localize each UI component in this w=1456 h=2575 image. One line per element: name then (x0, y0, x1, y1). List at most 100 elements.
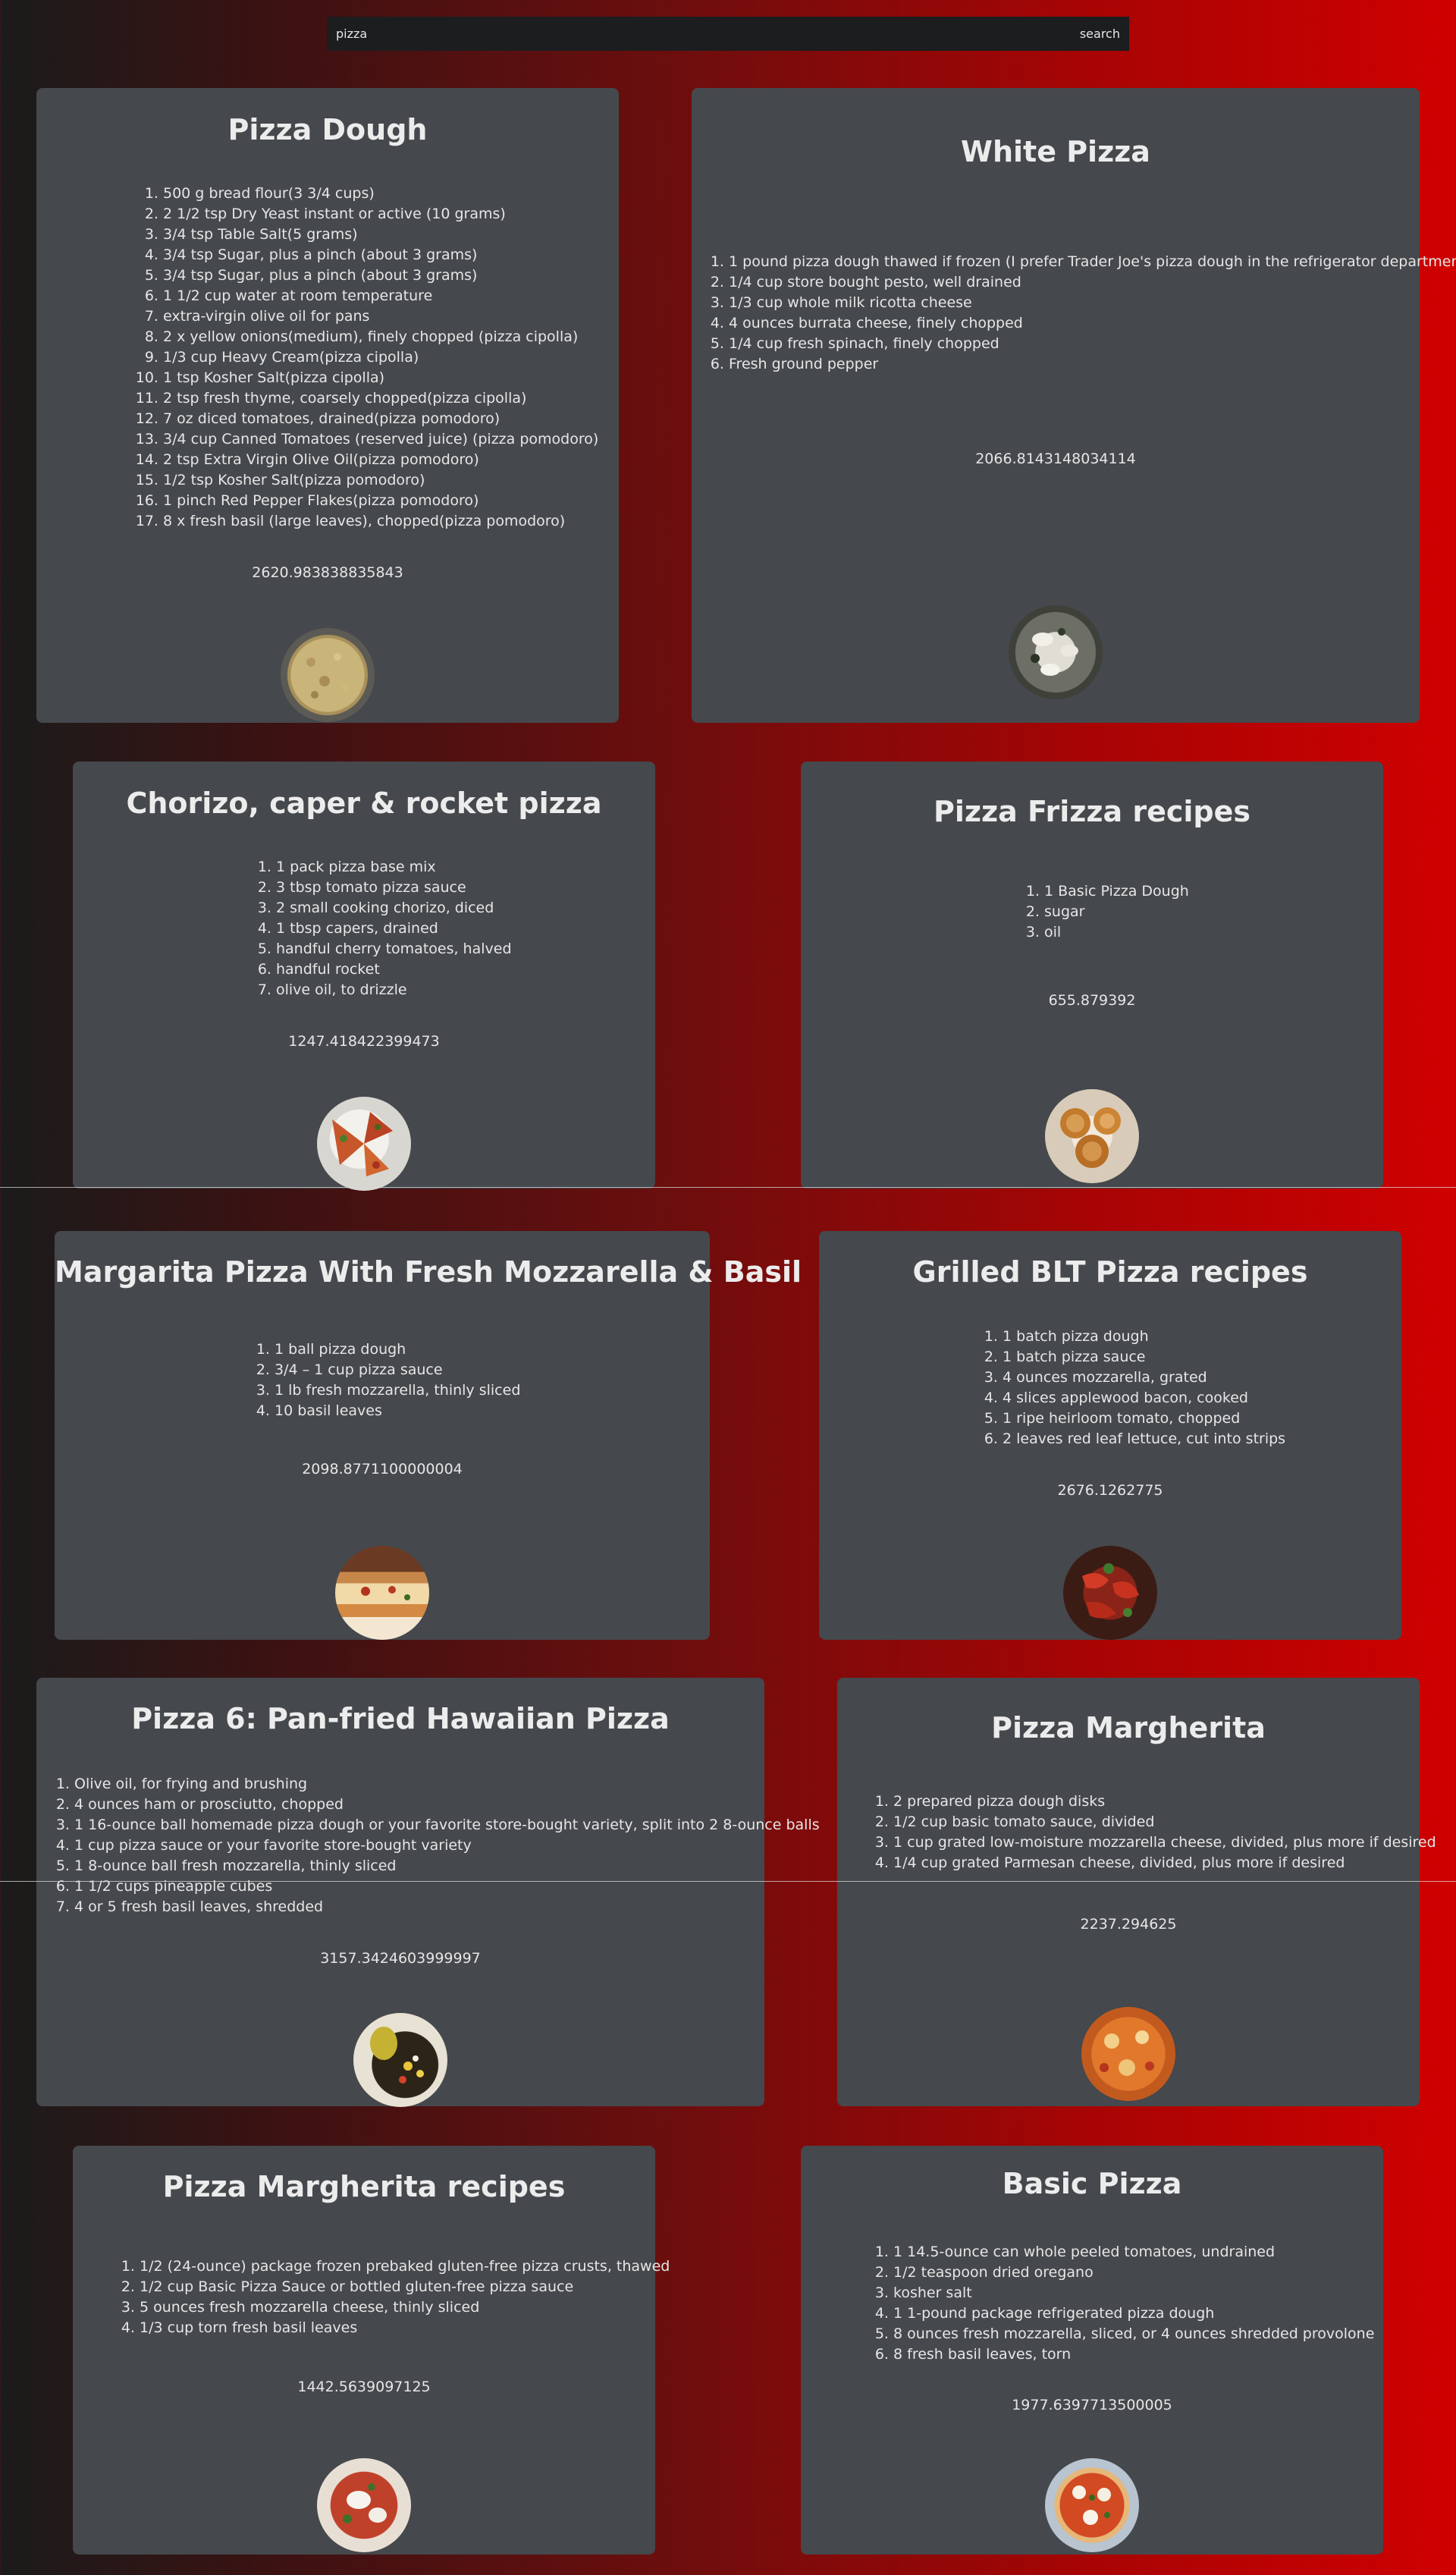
ingredient-item: 1 Basic Pizza Dough (1044, 881, 1189, 902)
ingredient-item: 2 tsp fresh thyme, coarsely chopped(pizz… (163, 388, 598, 409)
recipe-title: Pizza Frizza recipes (933, 795, 1251, 828)
ingredient-item: 4 ounces burrata cheese, finely chopped (729, 313, 1456, 334)
recipe-number: 2066.8143148034114 (975, 451, 1136, 467)
ingredient-list: 1 batch pizza dough1 batch pizza sauce 4 … (984, 1327, 1285, 1449)
recipe-title: Pizza Margherita recipes (162, 2170, 566, 2203)
ingredient-list: 1 pound pizza dough thawed if frozen (I … (711, 252, 1456, 375)
recipe-card: Pizza Dough 500 g bread flour(3 3/4 cups… (36, 88, 619, 723)
ingredient-item: 1/2 cup Basic Pizza Sauce or bottled glu… (140, 2277, 670, 2297)
ingredient-item: 1/4 cup grated Parmesan cheese, divided,… (893, 1853, 1436, 1873)
ingredient-item: 1 1-pound package refrigerated pizza dou… (893, 2303, 1374, 2324)
ingredient-item: handful cherry tomatoes, halved (276, 939, 512, 959)
search-input[interactable] (327, 17, 1071, 51)
margherita-pizza-photo (1081, 2007, 1175, 2101)
blt-pizza-photo (1063, 1546, 1157, 1640)
ingredient-list: 1 ball pizza dough3/4 – 1 cup pizza sauc… (256, 1339, 520, 1421)
ingredient-item: 7 oz diced tomatoes, drained(pizza pomod… (163, 409, 598, 429)
ingredient-item: 1/3 cup Heavy Cream(pizza cipolla) (163, 347, 598, 368)
ingredient-item: handful rocket (276, 959, 512, 980)
ingredient-item: 1 pinch Red Pepper Flakes(pizza pomodoro… (163, 491, 598, 511)
recipe-title: Pizza Dough (228, 113, 428, 146)
search-bar: search (327, 17, 1129, 51)
recipe-card: Pizza 6: Pan-fried Hawaiian Pizza Olive … (36, 1678, 820, 2107)
ingredient-item: 5 ounces fresh mozzarella cheese, thinly… (140, 2297, 670, 2318)
ingredient-item: 8 fresh basil leaves, torn (893, 2344, 1374, 2365)
basic-pizza-photo (1045, 2458, 1139, 2552)
search-button[interactable]: search (1071, 17, 1129, 51)
ingredient-list: 1 14.5-ounce can whole peeled tomatoes, … (875, 2242, 1374, 2365)
ingredient-item: 8 x fresh basil (large leaves), chopped(… (163, 511, 598, 532)
ingredient-item: 1 tsp Kosher Salt(pizza cipolla) (163, 368, 598, 388)
ingredient-item: 3/4 cup Canned Tomatoes (reserved juice)… (163, 429, 598, 450)
recipe-card: Basic Pizza 1 14.5-ounce can whole peele… (801, 2146, 1383, 2555)
ingredient-item: 3/4 tsp Sugar, plus a pinch (about 3 gra… (163, 245, 598, 265)
recipe-title: Margarita Pizza With Fresh Mozzarella & … (55, 1255, 802, 1289)
recipe-title: Pizza Margherita (991, 1711, 1266, 1744)
chorizo-pizza-photo (317, 1097, 411, 1191)
recipe-card: White Pizza 1 pound pizza dough thawed i… (692, 88, 1456, 723)
ingredient-item: 4 or 5 fresh basil leaves, shredded (74, 1897, 820, 1917)
ingredient-item: 3/4 – 1 cup pizza sauce (275, 1360, 520, 1380)
ingredient-item: 3 tbsp tomato pizza sauce (276, 878, 512, 898)
ingredient-item: olive oil, to drizzle (276, 980, 512, 1000)
ingredient-item: 2 prepared pizza dough disks (893, 1792, 1436, 1812)
recipe-card: Chorizo, caper & rocket pizza 1 pack piz… (73, 762, 655, 1191)
ingredient-item: 1 cup pizza sauce or your favorite store… (74, 1835, 820, 1856)
ingredient-item: 8 ounces fresh mozzarella, sliced, or 4 … (893, 2324, 1374, 2344)
pizza-dough-photo (281, 628, 375, 722)
ingredient-item: 1/4 cup store bought pesto, well drained (729, 272, 1456, 293)
hawaiian-pizza-photo (353, 2013, 447, 2107)
ingredient-item: Olive oil, for frying and brushing (74, 1774, 820, 1795)
ingredient-item: 1/2 tsp Kosher Salt(pizza pomodoro) (163, 470, 598, 491)
ingredient-item: 1/2 cup basic tomato sauce, divided (893, 1812, 1436, 1832)
ingredient-list: 1/2 (24-ounce) package frozen prebaked g… (121, 2256, 670, 2338)
ingredient-item: 1/2 teaspoon dried oregano (893, 2263, 1374, 2283)
ingredient-item: 1 batch pizza dough (1003, 1327, 1285, 1347)
ingredient-item: 1 pack pizza base mix (276, 857, 512, 878)
ingredient-item: 3/4 tsp Table Salt(5 grams) (163, 225, 598, 245)
recipe-number: 1442.5639097125 (297, 2379, 431, 2395)
horizontal-divider (0, 1881, 1456, 1882)
ingredient-item: 1 ball pizza dough (275, 1339, 520, 1360)
ingredient-item: 4 slices applewood bacon, cooked (1003, 1388, 1285, 1408)
ingredient-item: 1 batch pizza sauce (1003, 1347, 1285, 1368)
recipe-card: Pizza Margherita recipes 1/2 (24-ounce) … (73, 2146, 670, 2555)
ingredient-item: 2 leaves red leaf lettuce, cut into stri… (1003, 1429, 1285, 1449)
ingredient-item: 500 g bread flour(3 3/4 cups) (163, 184, 598, 204)
ingredient-item: 1 16-ounce ball homemade pizza dough or … (74, 1815, 820, 1835)
ingredient-item: extra-virgin olive oil for pans (163, 306, 598, 327)
ingredient-item: 1/4 cup fresh spinach, finely chopped (729, 334, 1456, 354)
recipe-title: White Pizza (961, 135, 1150, 168)
ingredient-item: 1 ripe heirloom tomato, chopped (1003, 1408, 1285, 1429)
ingredient-list: 500 g bread flour(3 3/4 cups)2 1/2 tsp D… (145, 184, 598, 532)
horizontal-divider (0, 1187, 1456, 1188)
ingredient-item: 1/2 (24-ounce) package frozen prebaked g… (140, 2256, 670, 2277)
ingredient-item: 1 1/2 cups pineapple cubes (74, 1876, 820, 1897)
recipe-title: Pizza 6: Pan-fried Hawaiian Pizza (131, 1702, 670, 1735)
white-pizza-photo (1009, 605, 1103, 699)
recipe-number: 2620.983838835843 (252, 564, 403, 581)
recipe-number: 655.879392 (1048, 992, 1136, 1009)
pizza-frizza-photo (1045, 1089, 1139, 1183)
recipe-number: 2676.1262775 (1057, 1482, 1163, 1499)
ingredient-item: 3/4 tsp Sugar, plus a pinch (about 3 gra… (163, 265, 598, 286)
margherita-recipes-photo (317, 2458, 411, 2552)
recipe-title: Grilled BLT Pizza recipes (912, 1255, 1308, 1289)
ingredient-item: 1 1/2 cup water at room temperature (163, 286, 598, 306)
margarita-pizza-photo (335, 1546, 429, 1640)
ingredient-item: 4 ounces ham or prosciutto, chopped (74, 1795, 820, 1815)
recipe-title: Basic Pizza (1002, 2167, 1182, 2200)
recipe-number: 3157.3424603999997 (320, 1950, 481, 1967)
ingredient-item: 1 lb fresh mozzarella, thinly sliced (275, 1380, 520, 1401)
ingredient-list: 1 pack pizza base mix3 tbsp tomato pizza… (258, 857, 512, 1000)
recipe-number: 1977.6397713500005 (1012, 2397, 1172, 2413)
recipe-card: Grilled BLT Pizza recipes 1 batch pizza … (819, 1231, 1401, 1640)
ingredient-item: kosher salt (893, 2283, 1374, 2303)
ingredient-item: 1 8-ounce ball fresh mozzarella, thinly … (74, 1856, 820, 1876)
ingredient-item: 1 pound pizza dough thawed if frozen (I … (729, 252, 1456, 272)
ingredient-item: oil (1044, 922, 1189, 943)
recipe-card: Pizza Margherita 2 prepared pizza dough … (837, 1678, 1436, 2106)
ingredient-item: 2 tsp Extra Virgin Olive Oil(pizza pomod… (163, 450, 598, 470)
ingredient-item: 2 x yellow onions(medium), finely choppe… (163, 327, 598, 347)
ingredient-item: 1 cup grated low-moisture mozzarella che… (893, 1832, 1436, 1853)
